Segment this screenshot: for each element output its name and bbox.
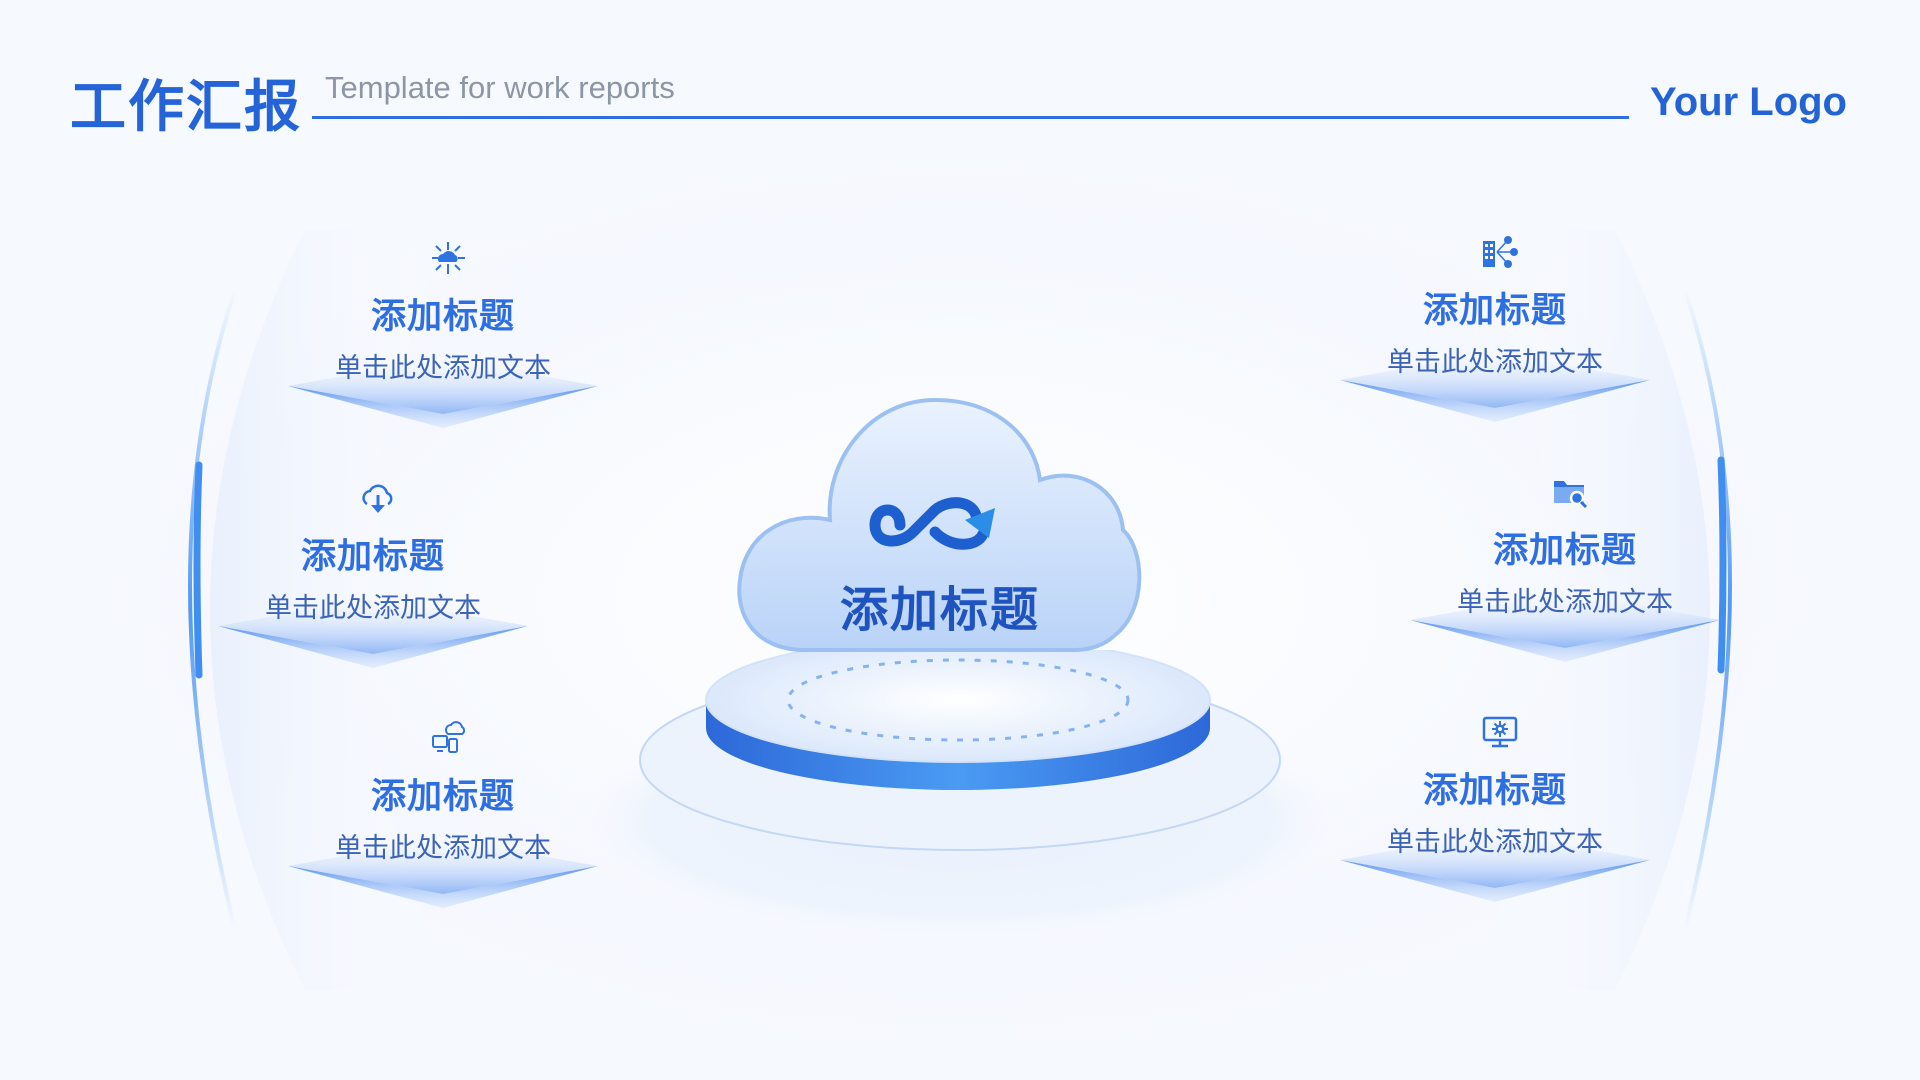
item-title: 添加标题 [370, 297, 515, 337]
page-title: 工作汇报 [70, 75, 302, 140]
item-description: 单击此处添加文本 [1457, 587, 1673, 618]
cloud-devices-icon [432, 721, 466, 753]
item-title: 添加标题 [1422, 291, 1567, 331]
folder-search-icon [1554, 481, 1588, 509]
center-title: 添加标题 [839, 582, 1040, 638]
infinity-cycle-icon [869, 497, 995, 550]
monitor-settings-icon [1482, 716, 1518, 748]
item-description: 单击此处添加文本 [1387, 827, 1603, 858]
page-subtitle: Template for work reports [325, 70, 675, 105]
logo: Your Logo [1650, 80, 1847, 124]
network-cloud-icon [432, 242, 465, 274]
item-description: 单击此处添加文本 [335, 833, 551, 864]
item-description: 单击此处添加文本 [335, 353, 551, 384]
item-left-bottom: 添加标题 单击此处添加文本 [278, 718, 608, 918]
item-title: 添加标题 [300, 537, 445, 577]
item-title: 添加标题 [370, 777, 515, 817]
header-divider [312, 116, 1629, 119]
item-title: 添加标题 [1422, 771, 1567, 811]
item-right-top: 添加标题 单击此处添加文本 [1330, 232, 1660, 432]
cloud-download-icon [362, 484, 393, 513]
item-right-bottom: 添加标题 单击此处添加文本 [1330, 712, 1660, 912]
item-title: 添加标题 [1492, 531, 1637, 571]
item-description: 单击此处添加文本 [265, 593, 481, 624]
building-network-icon [1483, 236, 1518, 268]
center-stage: 添加标题 [560, 380, 1360, 960]
item-right-middle: 添加标题 单击此处添加文本 [1400, 472, 1730, 672]
pedestal [570, 650, 1350, 940]
item-left-middle: 添加标题 单击此处添加文本 [208, 478, 538, 678]
item-description: 单击此处添加文本 [1387, 347, 1603, 378]
item-left-top: 添加标题 单击此处添加文本 [278, 238, 608, 438]
